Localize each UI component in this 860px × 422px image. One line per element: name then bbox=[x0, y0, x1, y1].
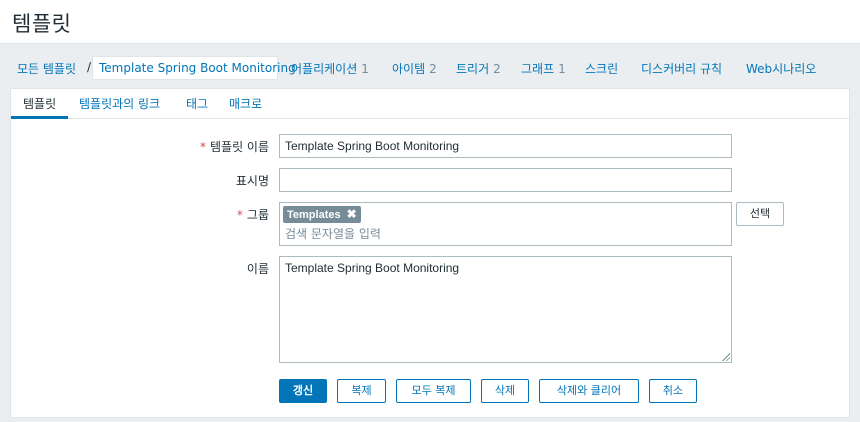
nav-items-count: 2 bbox=[429, 62, 437, 76]
resize-handle-icon[interactable] bbox=[722, 353, 730, 361]
delete-and-clear-button[interactable]: 삭제와 클리어 bbox=[539, 379, 639, 403]
update-button[interactable]: 갱신 bbox=[279, 379, 327, 403]
groups-multiselect[interactable]: Templates ✖ 검색 문자열을 입력 bbox=[279, 202, 732, 246]
tab-tags[interactable]: 태그 bbox=[186, 95, 208, 112]
visible-name-label: 표시명 bbox=[235, 174, 269, 188]
groups-search-input[interactable]: 검색 문자열을 입력 bbox=[285, 225, 381, 242]
nav-items-label: 아이템 bbox=[392, 62, 426, 76]
cancel-button[interactable]: 취소 bbox=[649, 379, 697, 403]
nav-applications-count: 1 bbox=[361, 62, 369, 76]
page-header: 템플릿 bbox=[0, 0, 860, 44]
tab-template[interactable]: 템플릿 bbox=[23, 95, 56, 112]
tab-linked-templates[interactable]: 템플릿과의 링크 bbox=[79, 95, 160, 112]
breadcrumb-separator: / bbox=[87, 60, 92, 74]
group-tag-templates: Templates ✖ bbox=[283, 206, 361, 223]
nav-screens[interactable]: 스크린 bbox=[585, 60, 618, 77]
tab-bar: 템플릿 템플릿과의 링크 태그 매크로 bbox=[11, 89, 849, 119]
delete-button[interactable]: 삭제 bbox=[481, 379, 529, 403]
breadcrumb-nav: 모든 템플릿 / Template Spring Boot Monitoring… bbox=[0, 52, 860, 84]
nav-graphs[interactable]: 그래프 1 bbox=[521, 60, 566, 77]
required-mark: * bbox=[199, 140, 206, 154]
active-tab-indicator bbox=[11, 116, 68, 119]
remove-tag-icon[interactable]: ✖ bbox=[347, 207, 357, 221]
nav-web-scenarios[interactable]: Web시나리오 bbox=[746, 60, 816, 77]
group-tag-label: Templates bbox=[287, 209, 341, 221]
template-name-label-text: 템플릿 이름 bbox=[209, 140, 269, 154]
form-panel: 템플릿 템플릿과의 링크 태그 매크로 * 템플릿 이름 Template Spr… bbox=[10, 88, 850, 418]
description-text: Template Spring Boot Monitoring bbox=[285, 261, 460, 275]
page-title: 템플릿 bbox=[12, 12, 72, 36]
groups-label-text: 그룹 bbox=[246, 208, 269, 222]
nav-applications-label: 어플리케이션 bbox=[291, 62, 358, 76]
nav-applications[interactable]: 어플리케이션 1 bbox=[291, 60, 369, 77]
nav-triggers-label: 트리거 bbox=[456, 62, 490, 76]
nav-items[interactable]: 아이템 2 bbox=[392, 60, 437, 77]
visible-name-input[interactable] bbox=[279, 168, 732, 192]
breadcrumb-all-templates[interactable]: 모든 템플릿 bbox=[17, 60, 76, 77]
nav-graphs-count: 1 bbox=[558, 62, 566, 76]
nav-discovery-rules[interactable]: 디스커버리 규칙 bbox=[641, 60, 722, 77]
description-label: 이름 bbox=[246, 262, 269, 276]
template-name-input[interactable]: Template Spring Boot Monitoring bbox=[279, 134, 732, 158]
required-mark: * bbox=[236, 208, 243, 222]
template-name-label: * 템플릿 이름 bbox=[200, 138, 269, 155]
breadcrumb-current-template[interactable]: Template Spring Boot Monitoring bbox=[92, 56, 296, 80]
groups-label: * 그룹 bbox=[237, 206, 269, 223]
select-groups-button[interactable]: 선택 bbox=[736, 202, 784, 226]
tab-macros[interactable]: 매크로 bbox=[229, 95, 262, 112]
nav-graphs-label: 그래프 bbox=[521, 62, 555, 76]
description-textarea[interactable]: Template Spring Boot Monitoring bbox=[279, 256, 732, 363]
nav-triggers-count: 2 bbox=[493, 62, 501, 76]
clone-button[interactable]: 복제 bbox=[337, 379, 386, 403]
full-clone-button[interactable]: 모두 복제 bbox=[396, 379, 471, 403]
nav-triggers[interactable]: 트리거 2 bbox=[456, 60, 501, 77]
